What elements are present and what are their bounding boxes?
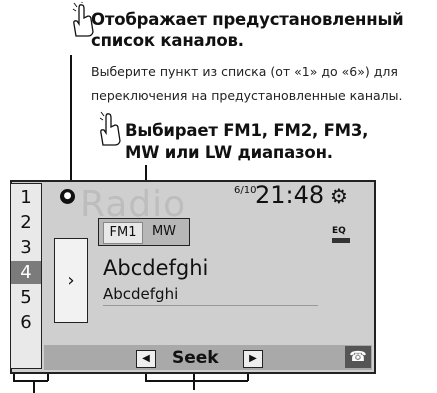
callout-title: Выбирает FM1, FM2, FM3, bbox=[125, 121, 369, 140]
preset-list: 1 2 3 4 5 6 bbox=[10, 183, 42, 369]
callout-description: Выберите пункт из списка (от «1» до «6»)… bbox=[91, 64, 398, 79]
eq-label[interactable]: EQ bbox=[332, 226, 346, 236]
band-selector[interactable]: FM1 MW bbox=[98, 218, 190, 246]
station-subtitle: Abcdefghi bbox=[103, 285, 179, 303]
gear-icon[interactable]: ⚙ bbox=[330, 184, 348, 208]
preset-button-6[interactable]: 6 bbox=[11, 311, 41, 334]
band-fm1[interactable]: FM1 bbox=[103, 222, 143, 244]
clock: 21:48 bbox=[255, 181, 325, 209]
preset-button-1[interactable]: 1 bbox=[11, 186, 41, 209]
seek-label: Seek bbox=[172, 348, 219, 368]
preset-button-3[interactable]: 3 bbox=[11, 236, 41, 259]
callout-title: MW или LW диапазон. bbox=[125, 143, 333, 162]
band-mw[interactable]: MW bbox=[145, 222, 183, 242]
leader-line bbox=[13, 380, 48, 382]
preset-button-5[interactable]: 5 bbox=[11, 286, 41, 309]
preset-indicator: 6/10 bbox=[234, 185, 257, 196]
divider bbox=[103, 305, 318, 306]
leader-line bbox=[33, 380, 35, 393]
source-logo-icon: ● bbox=[60, 189, 75, 204]
callout-title: список каналов. bbox=[91, 31, 244, 50]
triangle-right-icon[interactable]: ▶ bbox=[243, 350, 263, 368]
preset-list-toggle-button[interactable]: › bbox=[54, 238, 88, 323]
callout-title: Отображает предустановленный bbox=[91, 10, 404, 29]
station-title: Abcdefghi bbox=[103, 256, 209, 280]
eq-icon bbox=[332, 238, 350, 243]
triangle-left-icon[interactable]: ◀ bbox=[136, 350, 156, 368]
preset-button-2[interactable]: 2 bbox=[11, 211, 41, 234]
phone-icon[interactable]: ☎ bbox=[345, 346, 371, 368]
hand-pointer-icon bbox=[99, 111, 121, 146]
preset-button-4[interactable]: 4 bbox=[11, 261, 41, 284]
leader-line bbox=[145, 380, 248, 382]
callout-description: переключения на предустановленные каналы… bbox=[91, 88, 403, 103]
